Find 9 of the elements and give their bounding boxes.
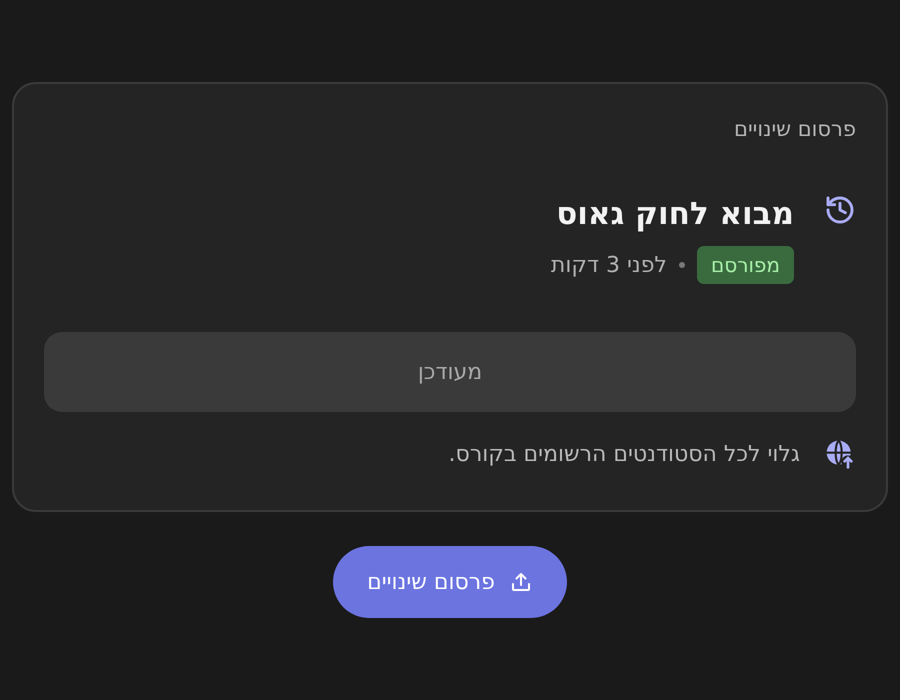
lesson-title: מבוא לחוק גאוס bbox=[555, 195, 794, 234]
globe-icon bbox=[824, 438, 856, 470]
publish-button[interactable]: פרסום שינויים bbox=[333, 546, 567, 618]
separator-dot bbox=[678, 262, 685, 268]
visibility-text: גלוי לכל הסטודנטים הרשומים בקורס. bbox=[448, 442, 800, 466]
timestamp: לפני 3 דקות bbox=[550, 252, 667, 278]
status-badge: מפורסם bbox=[696, 246, 794, 284]
history-icon bbox=[824, 194, 856, 226]
card-heading: פרסום שינויים bbox=[733, 116, 856, 143]
